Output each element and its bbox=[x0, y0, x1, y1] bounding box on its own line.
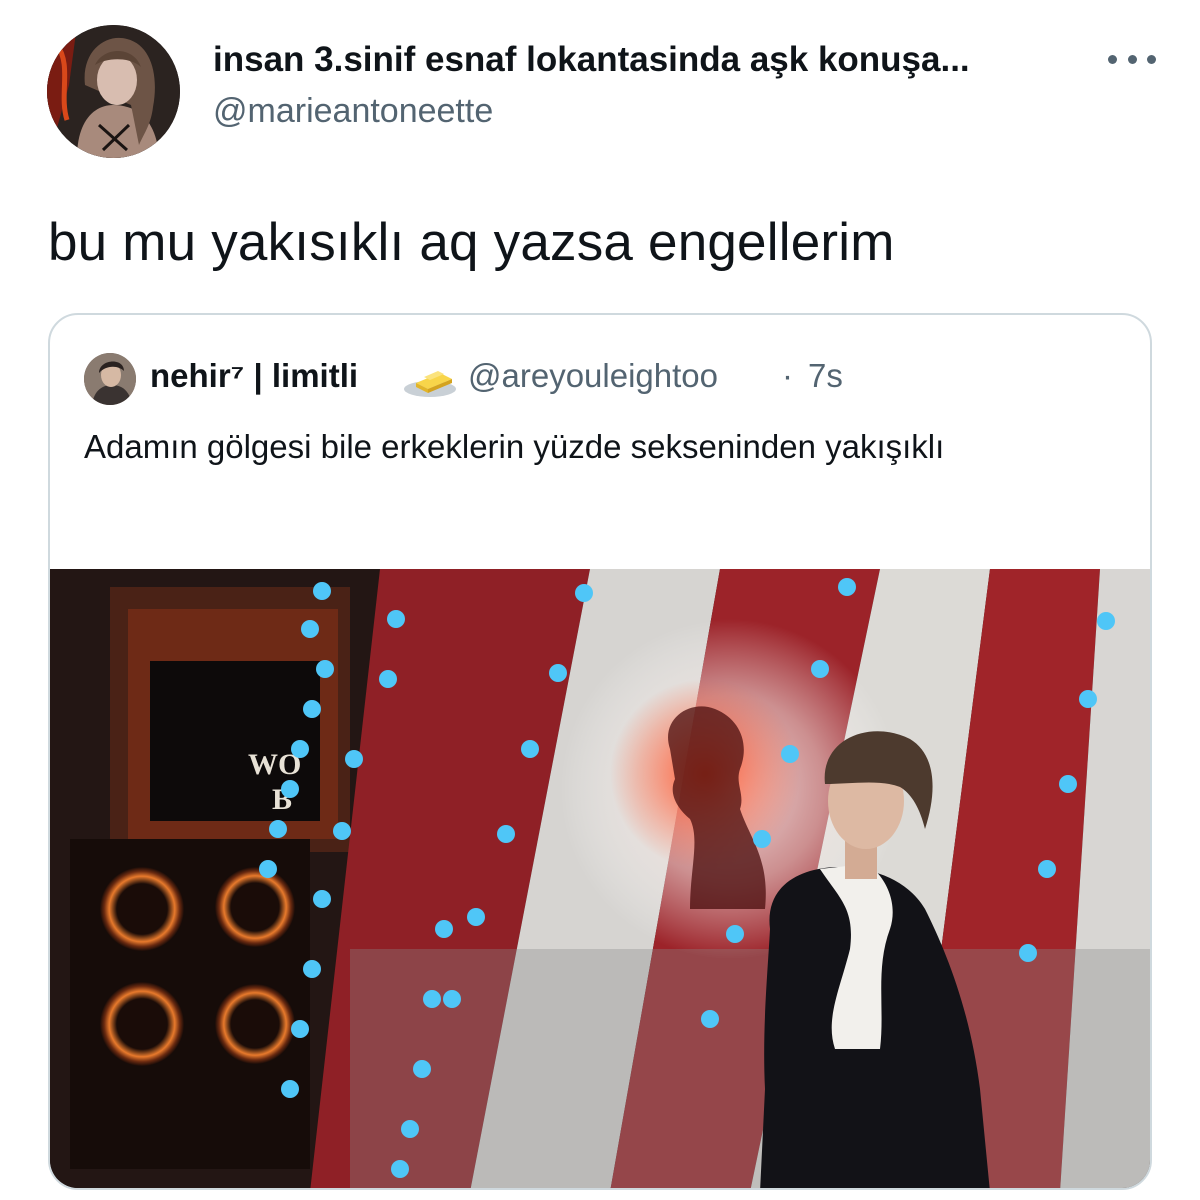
author-avatar[interactable] bbox=[47, 25, 180, 158]
quoted-media-photo[interactable]: WO B bbox=[50, 569, 1150, 1188]
user-avatar-icon bbox=[84, 353, 136, 405]
butter-icon bbox=[404, 371, 456, 397]
quoted-display-name[interactable]: nehir⁷ | limitli bbox=[150, 357, 358, 395]
author-handle[interactable]: @marieantoneette bbox=[213, 92, 493, 131]
quoted-timestamp[interactable]: 7s bbox=[808, 357, 843, 395]
quoted-tweet-text: Adamın gölgesi bile erkeklerin yüzde sek… bbox=[84, 428, 945, 465]
more-dot bbox=[1127, 54, 1137, 64]
more-horizontal-icon bbox=[1108, 54, 1117, 64]
author-display-name[interactable]: insan 3.sinif esnaf lokantasinda aşk kon… bbox=[213, 40, 1093, 80]
user-avatar-icon bbox=[47, 25, 180, 158]
more-options-button[interactable] bbox=[1108, 44, 1156, 74]
tweet-text: bu mu yakısıklı aq yazsa engellerim bbox=[48, 213, 895, 272]
tweet: insan 3.sinif esnaf lokantasinda aşk kon… bbox=[0, 0, 1200, 1200]
quoted-handle[interactable]: @areyouleightoo bbox=[468, 357, 718, 395]
meta-separator: · bbox=[782, 357, 793, 394]
quoted-author-avatar[interactable] bbox=[84, 353, 136, 405]
photo-stage-portrait-icon: WO B bbox=[50, 569, 1150, 1188]
quoted-tweet[interactable]: nehir⁷ | limitli @areyouleightoo · 7s Ad… bbox=[48, 313, 1152, 1190]
more-dot bbox=[1147, 54, 1156, 64]
